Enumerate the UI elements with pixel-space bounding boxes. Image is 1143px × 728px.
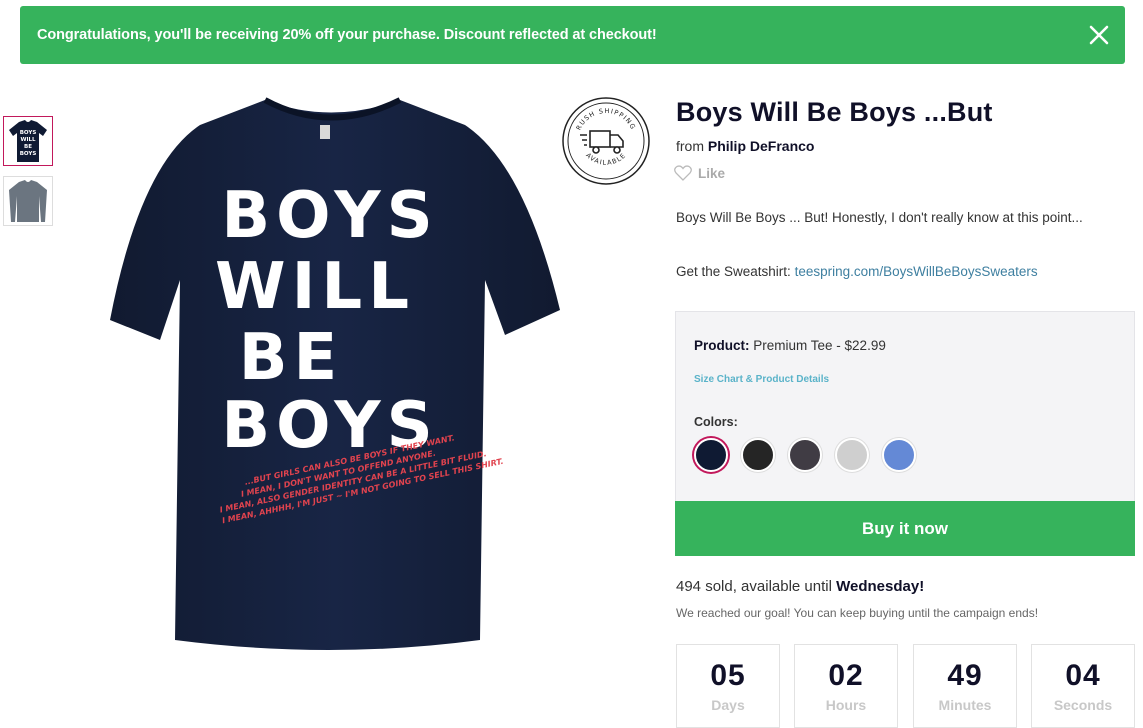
countdown-value: 04: [1065, 659, 1101, 692]
svg-text:BOYS: BOYS: [20, 151, 37, 157]
description-line-1: Boys Will Be Boys ... But! Honestly, I d…: [676, 210, 1083, 225]
shirt-line-2: WILL: [215, 250, 415, 324]
svg-text:BOYS: BOYS: [20, 130, 37, 136]
banner-message: Congratulations, you'll be receiving 20%…: [37, 27, 657, 43]
description-line-2: Get the Sweatshirt: teespring.com/BoysWi…: [676, 264, 1038, 279]
product-options-panel: Product: Premium Tee - $22.99 Size Chart…: [675, 311, 1135, 501]
color-swatch-navy[interactable]: [694, 438, 728, 472]
heart-icon: [674, 165, 692, 181]
close-icon[interactable]: [1087, 23, 1111, 47]
sweatshirt-link[interactable]: teespring.com/BoysWillBeBoysSweaters: [795, 264, 1038, 279]
goal-message: We reached our goal! You can keep buying…: [676, 606, 1039, 620]
creator-byline: from Philip DeFranco: [676, 138, 814, 154]
product-selector[interactable]: Product: Premium Tee - $22.99: [694, 338, 886, 353]
color-swatch-light-grey[interactable]: [835, 438, 869, 472]
countdown-label: Days: [711, 697, 745, 713]
buy-now-button[interactable]: Buy it now: [675, 501, 1135, 556]
rush-shipping-badge: RUSH SHIPPING AVAILABLE: [560, 95, 652, 187]
discount-banner: Congratulations, you'll be receiving 20%…: [20, 6, 1125, 64]
countdown-hours: 02 Hours: [794, 644, 898, 728]
shirt-line-3: BE: [239, 321, 344, 395]
page-title: Boys Will Be Boys ...But: [676, 97, 993, 127]
sold-status: 494 sold, available until Wednesday!: [676, 578, 924, 595]
countdown-label: Hours: [825, 697, 867, 713]
sold-text: 494 sold, available until: [676, 578, 832, 595]
thumbnail-grey-sweater[interactable]: [3, 176, 53, 226]
size-chart-link[interactable]: Size Chart & Product Details: [694, 374, 829, 385]
product-value: Premium Tee - $22.99: [753, 338, 886, 353]
creator-link[interactable]: Philip DeFranco: [708, 138, 815, 154]
countdown-days: 05 Days: [676, 644, 780, 728]
countdown-seconds: 04 Seconds: [1031, 644, 1135, 728]
svg-text:BE: BE: [24, 144, 32, 150]
countdown-value: 02: [828, 659, 864, 692]
description-prefix: Get the Sweatshirt:: [676, 264, 791, 279]
countdown-minutes: 49 Minutes: [913, 644, 1017, 728]
thumbnail-navy-shirt[interactable]: BOYS WILL BE BOYS: [3, 116, 53, 166]
from-label: from: [676, 138, 704, 154]
color-swatch-black[interactable]: [741, 438, 775, 472]
like-label: Like: [698, 165, 726, 181]
product-label: Product:: [694, 338, 750, 353]
color-swatch-charcoal[interactable]: [788, 438, 822, 472]
countdown-label: Seconds: [1053, 697, 1113, 713]
countdown-value: 05: [710, 659, 746, 692]
until-day: Wednesday!: [836, 578, 925, 595]
countdown-label: Minutes: [938, 697, 992, 713]
like-button[interactable]: Like: [674, 165, 725, 181]
colors-label: Colors:: [694, 415, 738, 429]
color-swatch-blue[interactable]: [882, 438, 916, 472]
product-image: BOYS WILL BE BOYS ...BUT GIRLS CAN ALSO …: [105, 95, 565, 660]
svg-text:WILL: WILL: [20, 137, 36, 143]
countdown-value: 49: [947, 659, 983, 692]
shirt-line-1: BOYS: [221, 179, 438, 253]
